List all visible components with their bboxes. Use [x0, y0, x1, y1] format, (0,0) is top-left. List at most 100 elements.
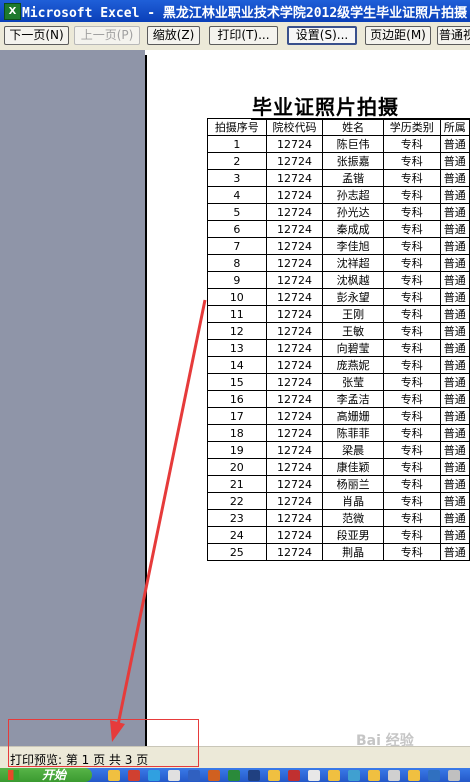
table-cell: 专科: [382, 356, 441, 374]
column-header: 姓名: [322, 118, 384, 136]
table-cell: 12724: [265, 169, 324, 187]
word-icon[interactable]: [188, 770, 200, 781]
zoom-button[interactable]: 缩放(Z): [147, 26, 200, 45]
table-row: 14 12724 庞燕妮 专科 普通: [207, 356, 470, 374]
table-cell: 专科: [382, 203, 441, 221]
folder-icon[interactable]: [108, 770, 120, 781]
preview-background: [0, 50, 145, 768]
app-icon[interactable]: [428, 770, 440, 781]
table-row: 24 12724 段亚男 专科 普通: [207, 526, 470, 544]
excel-icon[interactable]: [228, 770, 240, 781]
print-preview-toolbar: 下一页(N) 上一页(P) 缩放(Z) 打印(T)... 设置(S)... 页边…: [0, 22, 470, 51]
table-cell: 18: [207, 424, 267, 442]
table-cell: 孙光达: [322, 203, 384, 221]
next-page-button[interactable]: 下一页(N): [4, 26, 69, 45]
table-cell: 普通: [439, 356, 470, 374]
table-cell: 专科: [382, 322, 441, 340]
setup-button[interactable]: 设置(S)...: [287, 26, 357, 45]
table-cell: 24: [207, 526, 267, 544]
table-row: 17 12724 高姗姗 专科 普通: [207, 407, 470, 425]
previous-page-button[interactable]: 上一页(P): [74, 26, 140, 45]
folder-icon[interactable]: [328, 770, 340, 781]
table-cell: 专科: [382, 271, 441, 289]
table-cell: 沈祥超: [322, 254, 384, 272]
table-row: 12 12724 王敏 专科 普通: [207, 322, 470, 340]
margins-button[interactable]: 页边距(M): [365, 26, 431, 45]
folder-icon[interactable]: [408, 770, 420, 781]
table-row: 22 12724 肖晶 专科 普通: [207, 492, 470, 510]
table-cell: 普通: [439, 322, 470, 340]
app-icon[interactable]: [348, 770, 360, 781]
normal-view-button[interactable]: 普通视: [437, 26, 470, 45]
table-cell: 专科: [382, 492, 441, 510]
column-header: 所属: [439, 118, 470, 136]
app-icon[interactable]: [168, 770, 180, 781]
app-icon[interactable]: [308, 770, 320, 781]
table-row: 15 12724 张莹 专科 普通: [207, 373, 470, 391]
table-cell: 2: [207, 152, 267, 170]
table-cell: 12724: [265, 492, 324, 510]
folder-icon[interactable]: [268, 770, 280, 781]
table-row: 7 12724 李佳旭 专科 普通: [207, 237, 470, 255]
table-cell: 普通: [439, 526, 470, 544]
table-row: 10 12724 彭永望 专科 普通: [207, 288, 470, 306]
ie-icon[interactable]: [148, 770, 160, 781]
table-cell: 3: [207, 169, 267, 187]
table-row: 19 12724 梁晨 专科 普通: [207, 441, 470, 459]
photoshop-icon[interactable]: [248, 770, 260, 781]
table-cell: 5: [207, 203, 267, 221]
annotation-box: [8, 719, 199, 767]
table-row: 2 12724 张振嘉 专科 普通: [207, 152, 470, 170]
table-cell: 12724: [265, 543, 324, 561]
folder-icon[interactable]: [368, 770, 380, 781]
table-cell: 普通: [439, 152, 470, 170]
table-cell: 张振嘉: [322, 152, 384, 170]
start-button[interactable]: 开始: [0, 768, 92, 782]
table-cell: 专科: [382, 169, 441, 187]
table-cell: 11: [207, 305, 267, 323]
table-cell: 专科: [382, 152, 441, 170]
table-cell: 秦成成: [322, 220, 384, 238]
table-cell: 专科: [382, 373, 441, 391]
app-icon[interactable]: [288, 770, 300, 781]
table-cell: 19: [207, 441, 267, 459]
student-table: 拍摄序号 院校代码 姓名 学历类别 所属 1 12724 陈巨伟 专科 普通 2 12724…: [207, 118, 470, 561]
table-cell: 普通: [439, 220, 470, 238]
table-cell: 王敏: [322, 322, 384, 340]
table-cell: 20: [207, 458, 267, 476]
table-cell: 15: [207, 373, 267, 391]
title-bar: X Microsoft Excel - 黑龙江林业职业技术学院2012级学生毕业…: [0, 0, 470, 22]
table-cell: 专科: [382, 509, 441, 527]
column-header: 院校代码: [265, 118, 324, 136]
table-cell: 13: [207, 339, 267, 357]
table-cell: 10: [207, 288, 267, 306]
print-button[interactable]: 打印(T)...: [209, 26, 278, 45]
table-body: 1 12724 陈巨伟 专科 普通 2 12724 张振嘉 专科 普通 3 12724 孟锴 专科 普通 4 1…: [207, 135, 470, 561]
table-cell: 普通: [439, 254, 470, 272]
table-cell: 12724: [265, 475, 324, 493]
table-row: 23 12724 范微 专科 普通: [207, 509, 470, 527]
table-cell: 21: [207, 475, 267, 493]
windows-logo-icon: [8, 770, 19, 780]
table-cell: 向碧莹: [322, 339, 384, 357]
table-row: 6 12724 秦成成 专科 普通: [207, 220, 470, 238]
table-cell: 9: [207, 271, 267, 289]
app-icon[interactable]: [388, 770, 400, 781]
table-row: 25 12724 荆晶 专科 普通: [207, 543, 470, 561]
app-icon[interactable]: [448, 770, 460, 781]
table-cell: 12724: [265, 373, 324, 391]
table-row: 9 12724 沈枫越 专科 普通: [207, 271, 470, 289]
table-cell: 12724: [265, 254, 324, 272]
table-cell: 12724: [265, 305, 324, 323]
app-icon[interactable]: [208, 770, 220, 781]
table-cell: 12724: [265, 152, 324, 170]
app-icon[interactable]: [128, 770, 140, 781]
table-cell: 12724: [265, 135, 324, 153]
table-cell: 王刚: [322, 305, 384, 323]
table-cell: 陈菲菲: [322, 424, 384, 442]
table-cell: 6: [207, 220, 267, 238]
table-cell: 12724: [265, 458, 324, 476]
table-cell: 李孟洁: [322, 390, 384, 408]
table-cell: 12724: [265, 271, 324, 289]
table-cell: 普通: [439, 441, 470, 459]
